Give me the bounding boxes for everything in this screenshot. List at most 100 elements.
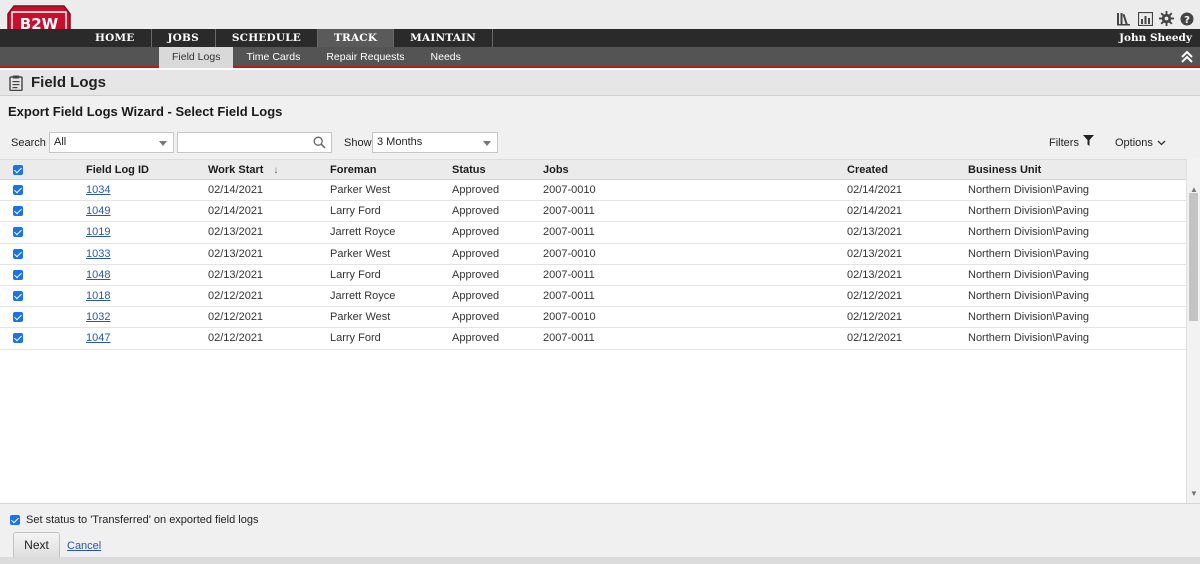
row-checkbox[interactable]	[13, 206, 23, 217]
show-period-select[interactable]: 3 Months	[372, 132, 498, 153]
wizard-footer: Set status to 'Transferred' on exported …	[0, 503, 1200, 564]
col-created[interactable]: Created	[847, 160, 888, 180]
user-name[interactable]: John Sheedy	[1119, 29, 1192, 47]
cell-created: 02/12/2021	[847, 289, 903, 302]
cell-status: Approved	[452, 332, 500, 345]
search-scope-select[interactable]: All	[49, 132, 174, 153]
scroll-down-icon[interactable]: ▼	[1190, 489, 1198, 498]
subnav-repair-requests[interactable]: Repair Requests	[313, 47, 417, 68]
cell-jobs: 2007-0011	[543, 289, 595, 302]
col-jobs[interactable]: Jobs	[543, 160, 569, 180]
field-log-link[interactable]: 1033	[86, 248, 110, 260]
field-log-link[interactable]: 1018	[86, 290, 110, 302]
next-button[interactable]: Next	[13, 532, 60, 559]
page-header: Field Logs	[0, 70, 1200, 96]
nav-schedule[interactable]: SCHEDULE	[215, 29, 318, 47]
filters-label: Filters	[1049, 137, 1079, 149]
svg-text:?: ?	[1184, 15, 1190, 26]
table-row[interactable]: 1034 02/14/2021 Parker West Approved 2007-00…	[0, 180, 1186, 202]
table-row[interactable]: 1049 02/14/2021 Larry Ford Approved 2007-001…	[0, 201, 1186, 223]
page-title: Field Logs	[31, 74, 106, 91]
report-icon[interactable]	[1138, 11, 1153, 26]
row-checkbox[interactable]	[13, 248, 23, 259]
field-log-link[interactable]: 1047	[86, 332, 110, 344]
col-field-log-id[interactable]: Field Log ID	[86, 160, 149, 180]
header-icons: ?	[1116, 11, 1194, 26]
nav-maintain[interactable]: MAINTAIN	[394, 29, 493, 47]
row-checkbox[interactable]	[13, 312, 23, 323]
show-period-value: 3 Months	[377, 136, 423, 148]
cell-foreman: Jarrett Royce	[330, 226, 396, 239]
cell-created: 02/12/2021	[847, 311, 903, 324]
table-row[interactable]: 1018 02/12/2021 Jarrett Royce Approved 2007-…	[0, 285, 1186, 308]
cell-created: 02/12/2021	[847, 332, 903, 345]
scrollbar-thumb[interactable]	[1189, 193, 1198, 321]
cell-field-log-id: 1032	[86, 307, 110, 327]
search-input[interactable]	[177, 132, 332, 153]
cell-field-log-id: 1018	[86, 286, 110, 306]
cell-created: 02/14/2021	[847, 205, 903, 218]
table-row[interactable]: 1019 02/13/2021 Jarrett Royce Approved 2007-…	[0, 222, 1186, 244]
cell-business-unit: Northern Division\Paving	[968, 311, 1090, 324]
cell-jobs: 2007-0011	[543, 205, 595, 218]
row-checkbox[interactable]	[13, 333, 23, 344]
cell-jobs: 2007-0011	[543, 226, 595, 239]
cell-created: 02/13/2021	[847, 268, 903, 281]
cell-work-start: 02/13/2021	[208, 268, 264, 281]
field-log-link[interactable]: 1019	[86, 226, 110, 238]
field-log-link[interactable]: 1034	[86, 184, 110, 196]
cell-jobs: 2007-0011	[543, 332, 595, 345]
table-row[interactable]: 1033 02/13/2021 Parker West Approved 2007-00…	[0, 243, 1186, 265]
options-button[interactable]: Options	[1115, 132, 1166, 154]
nav-track[interactable]: TRACK	[318, 29, 395, 47]
cell-status: Approved	[452, 268, 500, 281]
cell-status: Approved	[452, 226, 500, 239]
search-icon[interactable]	[313, 136, 326, 152]
cell-business-unit: Northern Division\Paving	[968, 205, 1090, 218]
row-checkbox[interactable]	[13, 269, 23, 280]
cell-status: Approved	[452, 184, 500, 196]
col-work-start[interactable]: Work Start ↓	[208, 160, 278, 181]
cell-field-log-id: 1019	[86, 222, 110, 242]
subnav-field-logs[interactable]: Field Logs	[159, 47, 234, 68]
col-work-start-label: Work Start	[208, 164, 264, 176]
cell-field-log-id: 1047	[86, 328, 110, 348]
table-row[interactable]: 1032 02/12/2021 Parker West Approved 2007-00…	[0, 307, 1186, 329]
cell-jobs: 2007-0010	[543, 184, 596, 196]
field-log-link[interactable]: 1048	[86, 269, 110, 281]
field-log-link[interactable]: 1032	[86, 311, 110, 323]
cell-created: 02/13/2021	[847, 247, 903, 260]
cell-foreman: Parker West	[330, 247, 391, 260]
subnav-needs[interactable]: Needs	[418, 47, 474, 68]
transfer-status-checkbox[interactable]	[10, 515, 20, 525]
cell-field-log-id: 1034	[86, 180, 110, 200]
col-status[interactable]: Status	[452, 160, 486, 180]
clipboard-icon	[9, 75, 23, 94]
cell-work-start: 02/12/2021	[208, 332, 264, 345]
nav-jobs[interactable]: JOBS	[151, 29, 216, 47]
table-row[interactable]: 1047 02/12/2021 Larry Ford Approved 2007-001…	[0, 328, 1186, 350]
field-log-link[interactable]: 1049	[86, 205, 110, 217]
cell-field-log-id: 1033	[86, 244, 110, 264]
filter-funnel-icon	[1082, 132, 1094, 154]
vertical-scrollbar[interactable]: ▲ ▼	[1186, 159, 1200, 503]
cell-created: 02/13/2021	[847, 226, 903, 239]
filters-button[interactable]: Filters	[1049, 132, 1094, 154]
collapse-up-icon[interactable]	[1180, 50, 1194, 67]
col-business-unit[interactable]: Business Unit	[968, 160, 1041, 180]
select-all-checkbox[interactable]	[13, 165, 23, 175]
cancel-link[interactable]: Cancel	[67, 540, 101, 552]
nav-home[interactable]: HOME	[79, 29, 152, 47]
library-icon[interactable]	[1116, 12, 1132, 26]
transfer-status-option[interactable]: Set status to 'Transferred' on exported …	[10, 514, 258, 526]
row-checkbox[interactable]	[13, 290, 23, 301]
gear-icon[interactable]	[1159, 11, 1174, 26]
table-row[interactable]: 1048 02/13/2021 Larry Ford Approved 2007-001…	[0, 264, 1186, 286]
row-checkbox[interactable]	[13, 185, 23, 195]
row-checkbox[interactable]	[13, 227, 23, 238]
subnav-time-cards[interactable]: Time Cards	[233, 47, 313, 68]
help-icon[interactable]: ?	[1180, 12, 1194, 26]
wizard-title: Export Field Logs Wizard - Select Field …	[8, 104, 283, 119]
cell-foreman: Parker West	[330, 184, 391, 196]
col-foreman[interactable]: Foreman	[330, 160, 376, 180]
